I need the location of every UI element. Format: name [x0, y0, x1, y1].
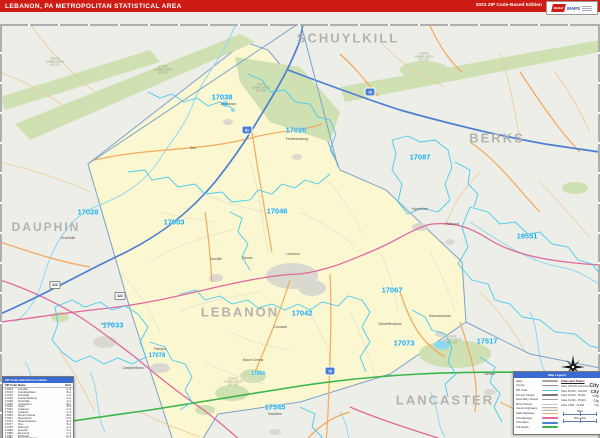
town-label: Grantville [60, 236, 76, 240]
zip-code-label: 17064 [251, 371, 265, 377]
gamelands-label: STATE GAMELANDS NO 110 [414, 51, 434, 62]
zip-index-rows: 17003 Annville C-3 17010 Campbelltown B-4 1701… [3, 388, 73, 438]
map-page: STATE GAMELANDS NO 211 STATE GAMELANDS NO 211… [0, 0, 600, 438]
legend-scale-bars: Miles Kilometers [561, 410, 599, 424]
zip-code-label: 17078 [148, 353, 166, 359]
town-label: Schaefferstown [378, 322, 402, 326]
zip-code-label: 17073 [393, 338, 415, 348]
route-shield-422: 422 [114, 292, 126, 300]
town-label: Cleona [241, 256, 253, 260]
county-label: SCHUYLKILL [296, 30, 400, 46]
route-shield-76: 76 [324, 366, 336, 376]
town-label: Newmanstown [428, 314, 452, 318]
logo-mark-icon: Market [551, 4, 566, 12]
zip-code-label: 17046 [266, 206, 288, 216]
route-shield-81: 81 [241, 125, 253, 135]
legend-cities-title: Cities and Towns [561, 379, 585, 383]
zip-code-label: 17003 [163, 217, 185, 227]
publisher-logo[interactable]: Market MAPS [546, 1, 598, 15]
town-label: Richland [445, 222, 459, 226]
zip-code-label: 19551 [516, 231, 538, 241]
route-shield-322: 322 [49, 281, 61, 289]
map-legend: Map Legend State County ZIP Code Primary St… [513, 371, 600, 435]
town-label: Cornwall [273, 325, 287, 329]
legend-city-row: Cities 2,500 - 10,000 City [561, 404, 599, 408]
logo-maps-text: MAPS [566, 5, 580, 11]
county-label: LANCASTER [395, 392, 495, 408]
edition-label: 2023 ZIP Code-Based Edition [475, 3, 542, 8]
town-label: Lebanon [286, 252, 300, 256]
town-label: Ono [189, 146, 197, 150]
legend-line-items: State County ZIP Code Primary Streets Second… [516, 379, 558, 430]
town-label: Myerstown [411, 207, 429, 211]
col-name: Name [18, 383, 26, 387]
zip-code-label: 17038 [211, 92, 233, 102]
zip-code-label: 17545 [264, 402, 286, 412]
zip-code-label: 17067 [381, 285, 403, 295]
town-label: Jonestown [219, 102, 237, 106]
neatline-top [0, 24, 600, 26]
county-label: DAUPHIN [11, 220, 81, 234]
scale-bar-miles: Miles [561, 410, 599, 417]
county-label: BERKS [469, 130, 525, 146]
gamelands-label: STATE GAMELANDS NO 211 [45, 56, 65, 67]
route-shield-78: 78 [364, 87, 376, 97]
town-label: Fredericksburg [285, 137, 309, 141]
map-graphic [0, 23, 600, 438]
zip-code-label: 17033 [102, 320, 124, 330]
gamelands-label: STATE GAMELANDS NO 046 [442, 334, 462, 345]
town-label: Campbelltown [122, 366, 144, 370]
zip-code-label: 17028 [77, 207, 99, 217]
logo-address-lines [582, 5, 592, 11]
legend-row-toll: Toll Roads [516, 425, 558, 430]
zip-code-label: 17026 [285, 125, 307, 135]
title-banner: LEBANON, PA METROPOLITAN STATISTICAL ARE… [0, 0, 600, 12]
gamelands-label: STATE GAMELANDS NO 211 [153, 64, 173, 75]
zip-code-label: 17517 [476, 336, 498, 346]
zip-code-label: 17042 [291, 308, 313, 318]
zip-index-table: ZIP Code Index/Grid Location ZIP Code Na… [2, 376, 74, 438]
zip-code-label: 17087 [409, 152, 431, 162]
map-title: LEBANON, PA METROPOLITAN STATISTICAL ARE… [5, 2, 182, 10]
legend-city-items: Cities 100,000 and Above City Cities 50,00… [561, 383, 599, 408]
county-label: LEBANON [200, 304, 280, 320]
gamelands-label: STATE GAMELANDS NO 080 [251, 82, 271, 93]
scale-bar-kilometers: Kilometers [561, 417, 599, 424]
town-label: Mount Gretna [242, 358, 264, 362]
town-label: Denver [484, 372, 496, 376]
town-label: Manheim [268, 412, 282, 416]
gamelands-label: STATE GAMELANDS NO 145 [223, 376, 243, 387]
town-label: Annville [210, 257, 222, 261]
town-label: Palmyra [153, 347, 167, 351]
map-canvas[interactable]: STATE GAMELANDS NO 211 STATE GAMELANDS NO 211… [0, 12, 600, 438]
